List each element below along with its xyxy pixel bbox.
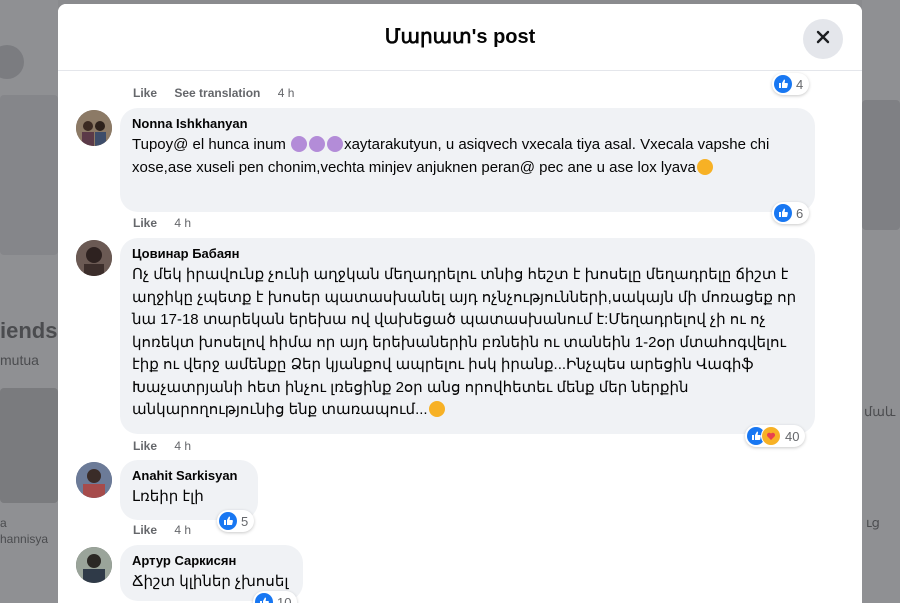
comment-time: 4 h xyxy=(174,523,192,537)
avatar[interactable] xyxy=(76,110,112,146)
background-avatar xyxy=(0,45,24,79)
reaction-summary[interactable]: 6 xyxy=(772,202,810,224)
comment-text: Tupoy@ el hunca inum xaytarakutyun, u as… xyxy=(132,136,770,176)
like-icon xyxy=(219,512,237,530)
reaction-count: 6 xyxy=(796,205,804,221)
comment-author[interactable]: Артур Саркисян xyxy=(132,553,291,568)
reaction-count: 4 xyxy=(796,76,804,92)
pleading-face-emoji-icon xyxy=(696,158,713,175)
woman-emoji-icon xyxy=(327,136,344,152)
comment-text: Ոչ մեկ իրավունք չունի աղջկան մեղադրելու … xyxy=(132,266,797,418)
woman-emoji-icon xyxy=(291,136,308,152)
reaction-count: 10 xyxy=(277,594,292,603)
background-left-column: iends mutua a hannisya xyxy=(0,0,58,603)
comment-text: Լռեիր էլի xyxy=(132,488,204,505)
modal-header: Մարատ's post xyxy=(58,4,862,71)
comment-actions: Like 4 h xyxy=(133,216,205,230)
comment-actions: Like 4 h xyxy=(133,523,205,537)
comment-author[interactable]: Anahit Sarkisyan xyxy=(132,468,246,483)
comment-author[interactable]: Nonna Ishkhanyan xyxy=(132,116,803,131)
background-right-text-b: ւց xyxy=(866,515,880,530)
pleading-face-emoji-icon xyxy=(428,401,445,417)
close-icon xyxy=(815,29,831,50)
comment-time: 4 h xyxy=(277,86,295,100)
background-right-text-a: մաև xyxy=(864,404,896,419)
close-button[interactable] xyxy=(803,19,843,59)
comments-list[interactable]: Like See translation 4 h 4 Nonna Ishkhan… xyxy=(58,71,862,603)
avatar[interactable] xyxy=(76,547,112,583)
avatar[interactable] xyxy=(76,462,112,498)
like-icon xyxy=(774,204,792,222)
reaction-summary[interactable]: 4 xyxy=(772,73,810,95)
reaction-count: 40 xyxy=(785,428,800,444)
comment-bubble: Nonna Ishkhanyan Tupoy@ el hunca inum xa… xyxy=(120,108,815,212)
reaction-summary[interactable]: 5 xyxy=(217,510,255,532)
like-button[interactable]: Like xyxy=(133,86,157,100)
like-button[interactable]: Like xyxy=(133,216,157,230)
background-banner xyxy=(0,95,58,255)
comment-author[interactable]: Цовинар Бабаян xyxy=(132,246,803,261)
comment-time: 4 h xyxy=(174,439,192,453)
background-photo xyxy=(0,388,58,503)
reaction-summary[interactable]: 40 xyxy=(745,425,806,447)
see-translation-button[interactable]: See translation xyxy=(174,86,260,100)
post-modal: Մարատ's post Like See translation 4 h 4 … xyxy=(58,4,862,603)
comment-actions: Like 4 h xyxy=(133,439,205,453)
background-right-column: մաև ւց xyxy=(862,0,900,603)
reaction-count: 5 xyxy=(241,513,249,529)
background-name-a: a xyxy=(0,516,7,530)
background-mutual-label: mutua xyxy=(0,352,39,368)
modal-title: Մարատ's post xyxy=(384,26,536,48)
like-button[interactable]: Like xyxy=(133,439,157,453)
like-button[interactable]: Like xyxy=(133,523,157,537)
like-icon xyxy=(255,593,273,603)
reaction-summary[interactable]: 10 xyxy=(253,591,298,603)
woman-emoji-icon xyxy=(309,136,326,152)
comment-time: 4 h xyxy=(174,216,192,230)
care-icon xyxy=(761,426,781,446)
like-icon xyxy=(774,75,792,93)
background-friends-label: iends xyxy=(0,318,58,343)
comment-actions: Like See translation 4 h xyxy=(133,86,308,100)
comment-bubble: Цовинар Бабаян Ոչ մեկ իրավունք չունի աղջ… xyxy=(120,238,815,434)
background-photo-right xyxy=(862,100,900,230)
avatar[interactable] xyxy=(76,240,112,276)
background-name-b: hannisya xyxy=(0,532,49,546)
